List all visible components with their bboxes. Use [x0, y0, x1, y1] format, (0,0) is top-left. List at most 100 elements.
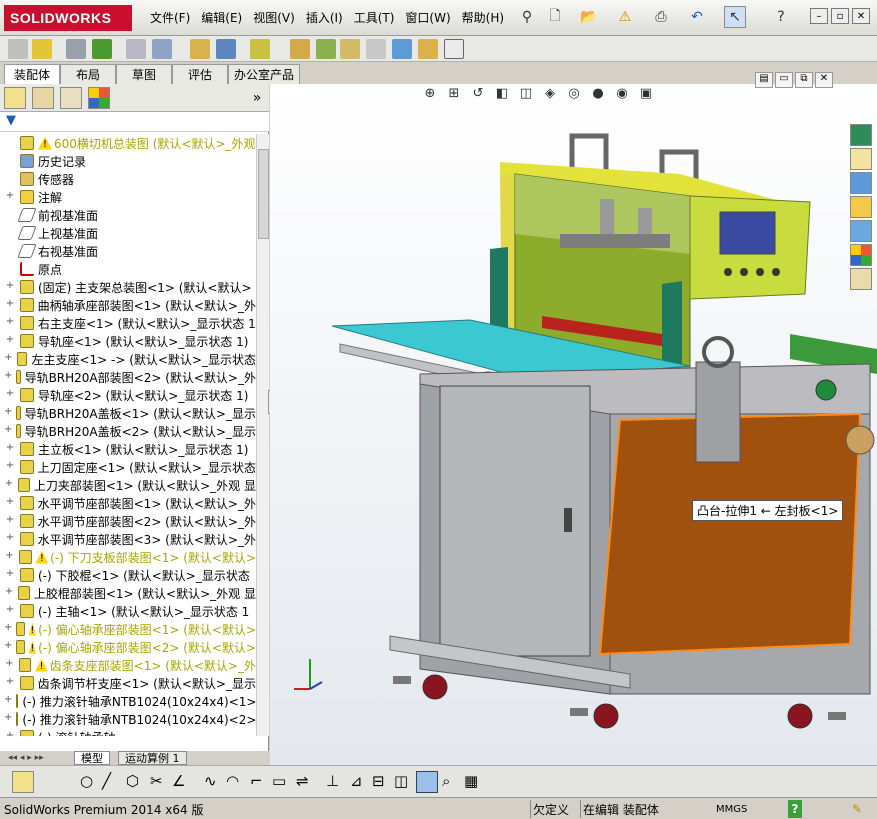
- tree-expand-icon[interactable]: +: [4, 677, 16, 689]
- tree-expand-icon[interactable]: [4, 263, 16, 275]
- tab-motion-study-1[interactable]: 运动算例 1: [118, 751, 187, 765]
- view-palette-icon[interactable]: [850, 220, 872, 242]
- rebuild-icon[interactable]: ⚠: [614, 6, 636, 28]
- tree-expand-icon[interactable]: +: [4, 533, 16, 545]
- help-icon[interactable]: ?: [770, 6, 792, 28]
- tree-expand-icon[interactable]: +: [4, 659, 15, 671]
- tree-row[interactable]: 上视基准面: [0, 224, 256, 242]
- tree-expand-icon[interactable]: +: [4, 569, 16, 581]
- display-manager-tab-icon[interactable]: [88, 87, 110, 109]
- relation-icon[interactable]: ⊿: [350, 772, 363, 790]
- custom-properties-icon[interactable]: [850, 268, 872, 290]
- print-icon[interactable]: ⎙: [650, 6, 672, 28]
- tree-row[interactable]: 传感器: [0, 170, 256, 188]
- menu-edit[interactable]: 编辑(E): [201, 9, 242, 26]
- tree-expand-icon[interactable]: +: [4, 335, 16, 347]
- tree-row[interactable]: ! 600横切机总装图 (默认<默认>_外观: [0, 134, 256, 152]
- open-file-icon[interactable]: 📂: [578, 6, 600, 28]
- status-units[interactable]: MMGS: [716, 800, 747, 818]
- tree-row[interactable]: + 导轨座<1> (默认<默认>_显示状态 1): [0, 332, 256, 350]
- status-tag-icon[interactable]: ✎: [852, 800, 862, 818]
- tree-row[interactable]: +! (-) 偏心轴承座部装图<2> (默认<默认>: [0, 638, 256, 656]
- tab-sketch[interactable]: 草图: [116, 64, 172, 84]
- tree-row[interactable]: + 导轨座<2> (默认<默认>_显示状态 1): [0, 386, 256, 404]
- expand-panel-icon[interactable]: »: [246, 87, 268, 109]
- tree-expand-icon[interactable]: +: [4, 731, 16, 737]
- reference-geometry-icon[interactable]: [250, 39, 270, 59]
- tree-row[interactable]: + 导轨BRH20A盖板<2> (默认<默认>_显示: [0, 422, 256, 440]
- select-cursor-icon[interactable]: ↖: [724, 6, 746, 28]
- smart-fastener-icon[interactable]: [126, 39, 146, 59]
- menu-file[interactable]: 文件(F): [150, 9, 190, 26]
- menu-window[interactable]: 窗口(W): [405, 9, 450, 26]
- tree-expand-icon[interactable]: +: [4, 461, 16, 473]
- tree-expand-icon[interactable]: [4, 137, 16, 149]
- tab-evaluate[interactable]: 评估: [172, 64, 228, 84]
- tree-expand-icon[interactable]: [4, 245, 16, 257]
- tree-expand-icon[interactable]: +: [4, 713, 12, 725]
- tree-row[interactable]: + (-) 推力滚针轴承NTB1024(10x24x4)<2>: [0, 710, 256, 728]
- menu-insert[interactable]: 插入(I): [306, 9, 343, 26]
- smart-dimension-icon[interactable]: [12, 771, 34, 793]
- minimize-button[interactable]: –: [810, 8, 828, 24]
- tree-expand-icon[interactable]: +: [4, 605, 16, 617]
- tree-expand-icon[interactable]: [4, 227, 16, 239]
- tree-expand-icon[interactable]: +: [4, 389, 16, 401]
- tree-row[interactable]: + (-) 主轴<1> (默认<默认>_显示状态 1: [0, 602, 256, 620]
- tree-row[interactable]: + (固定) 主支架总装图<1> (默认<默认>: [0, 278, 256, 296]
- tree-row[interactable]: + 上刀夹部装图<1> (默认<默认>_外观 显: [0, 476, 256, 494]
- tree-row[interactable]: + 导轨BRH20A盖板<1> (默认<默认>_显示: [0, 404, 256, 422]
- tree-expand-icon[interactable]: +: [4, 299, 16, 311]
- tree-row[interactable]: + 曲柄轴承座部装图<1> (默认<默认>_外: [0, 296, 256, 314]
- spline-icon[interactable]: ∿: [204, 772, 217, 790]
- tree-row[interactable]: 前视基准面: [0, 206, 256, 224]
- tab-scroll-arrows[interactable]: ◂◂ ◂ ▸ ▸▸: [2, 751, 50, 765]
- tree-row[interactable]: 原点: [0, 260, 256, 278]
- arc-icon[interactable]: ◠: [226, 772, 239, 790]
- rectangle-icon[interactable]: ▭: [272, 772, 286, 790]
- undo-icon[interactable]: ↶: [686, 6, 708, 28]
- tree-expand-icon[interactable]: +: [4, 371, 12, 383]
- solidworks-resources-icon[interactable]: [850, 124, 872, 146]
- table-icon[interactable]: ▦: [464, 772, 478, 790]
- menu-view[interactable]: 视图(V): [253, 9, 295, 26]
- offset-icon[interactable]: ∠: [172, 772, 185, 790]
- tree-expand-icon[interactable]: +: [4, 587, 14, 599]
- tree-expand-icon[interactable]: +: [4, 443, 16, 455]
- tree-expand-icon[interactable]: +: [4, 353, 13, 365]
- tree-row[interactable]: + 上胶棍部装图<1> (默认<默认>_外观 显: [0, 584, 256, 602]
- tree-row[interactable]: + (-) 滚针轴承轴: [0, 728, 256, 736]
- tree-row[interactable]: + (-) 推力滚针轴承NTB1024(10x24x4)<1>: [0, 692, 256, 710]
- tree-row[interactable]: + 注解: [0, 188, 256, 206]
- tree-filter[interactable]: ▼: [0, 112, 269, 132]
- insert-component-icon[interactable]: [32, 39, 52, 59]
- tree-row[interactable]: + 上刀固定座<1> (默认<默认>_显示状态: [0, 458, 256, 476]
- tree-expand-icon[interactable]: +: [4, 191, 16, 203]
- tree-row[interactable]: +! (-) 下刀支板部装图<1> (默认<默认>: [0, 548, 256, 566]
- menu-help[interactable]: 帮助(H): [462, 9, 504, 26]
- take-snapshot-icon[interactable]: [444, 39, 464, 59]
- tree-expand-icon[interactable]: [4, 209, 16, 221]
- bill-of-materials-icon[interactable]: [316, 39, 336, 59]
- tree-expand-icon[interactable]: +: [4, 695, 12, 707]
- property-manager-tab-icon[interactable]: [32, 87, 54, 109]
- tree-scrollbar[interactable]: [256, 134, 269, 736]
- tree-row[interactable]: + 右主支座<1> (默认<默认>_显示状态 1: [0, 314, 256, 332]
- tab-layout[interactable]: 布局: [60, 64, 116, 84]
- explode-line-icon[interactable]: [366, 39, 386, 59]
- tree-row[interactable]: + 导轨BRH20A部装图<2> (默认<默认>_外: [0, 368, 256, 386]
- tree-row[interactable]: + 主立板<1> (默认<默认>_显示状态 1): [0, 440, 256, 458]
- tree-expand-icon[interactable]: +: [4, 515, 16, 527]
- appearances-icon[interactable]: [850, 244, 872, 266]
- solidworks-logo[interactable]: SOLIDWORKS: [4, 5, 132, 31]
- circle-icon[interactable]: ○: [80, 772, 93, 790]
- tab-model[interactable]: 模型: [74, 751, 110, 765]
- mirror-icon[interactable]: ⇌: [296, 772, 309, 790]
- tab-assembly[interactable]: 装配体: [4, 64, 60, 84]
- funnel-icon[interactable]: ▼: [6, 113, 16, 128]
- pin-icon[interactable]: ⚲: [516, 6, 538, 28]
- tree-expand-icon[interactable]: +: [4, 479, 14, 491]
- update-speedpak-icon[interactable]: [418, 39, 438, 59]
- tab-office-products[interactable]: 办公室产品: [228, 64, 300, 84]
- pattern-icon[interactable]: [92, 39, 112, 59]
